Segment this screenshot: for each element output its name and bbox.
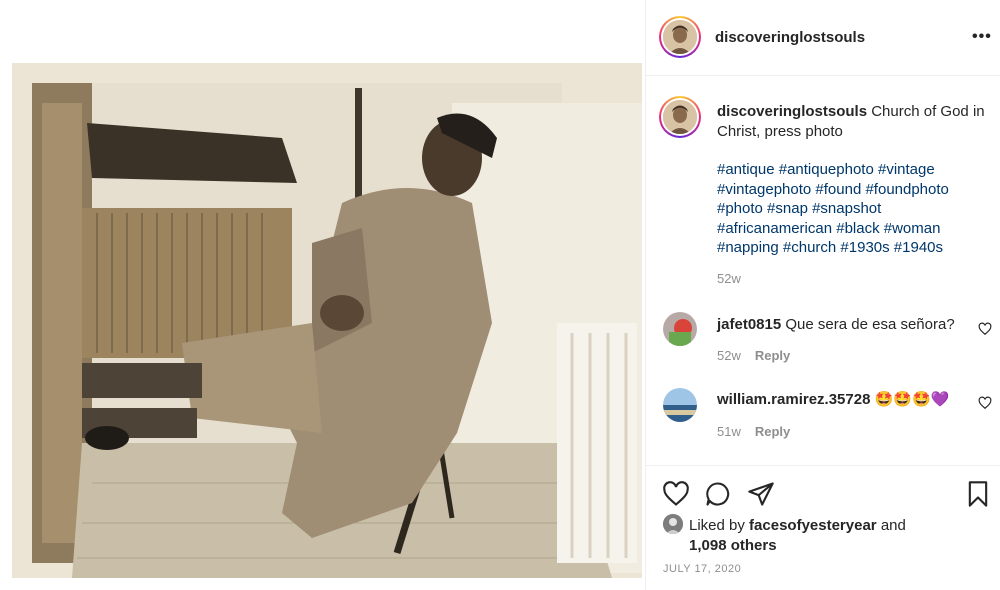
likes-prefix: Liked by: [689, 517, 745, 534]
comment-text: jafet0815 Que sera de esa señora?: [717, 316, 955, 333]
bookmark-icon: [968, 481, 988, 507]
caption-username[interactable]: discoveringlostsouls: [717, 103, 867, 120]
portrait-icon: [663, 514, 683, 534]
post-sidebar: discoveringlostsouls ••• discoveringlost…: [645, 0, 1000, 590]
post-actions: Liked by facesofyesteryear and 1,098 oth…: [646, 465, 1000, 590]
save-button[interactable]: [964, 480, 992, 508]
likes-and: and: [880, 517, 906, 534]
comment-item: jafet0815 Que sera de esa señora? 52w Rep…: [646, 300, 1000, 363]
comment-time[interactable]: 52w: [717, 348, 741, 363]
comment-item: william.ramirez.35728 🤩🤩🤩💜 51w Reply: [646, 376, 1000, 439]
caption-timestamp[interactable]: 52w: [717, 271, 741, 286]
post-date[interactable]: JULY 17, 2020: [663, 563, 741, 575]
comment-username[interactable]: william.ramirez.35728: [717, 391, 870, 408]
comment-button[interactable]: [704, 480, 732, 508]
portrait-icon: [663, 100, 697, 134]
portrait-icon: [663, 20, 697, 54]
share-icon: [748, 482, 774, 506]
caption-hashtags[interactable]: #antique #antiquephoto #vintage #vintage…: [717, 160, 997, 258]
more-options-icon[interactable]: •••: [972, 28, 992, 46]
comment-meta: 52w Reply: [717, 348, 790, 363]
liker-avatar[interactable]: [663, 514, 683, 534]
likes-count[interactable]: 1,098 others: [689, 537, 777, 554]
post-header: discoveringlostsouls •••: [646, 0, 1000, 76]
heart-icon[interactable]: [978, 396, 992, 410]
reply-button[interactable]: Reply: [755, 348, 790, 363]
reply-button[interactable]: Reply: [755, 424, 790, 439]
heart-icon[interactable]: [978, 322, 992, 336]
heart-icon: [663, 481, 689, 506]
comment-body: 🤩🤩🤩💜: [874, 391, 950, 408]
portrait-icon: [663, 388, 697, 422]
author-username[interactable]: discoveringlostsouls: [715, 29, 865, 46]
likes-summary: Liked by facesofyesteryear and 1,098 oth…: [663, 514, 993, 556]
post-media: [0, 0, 645, 590]
comment-text: william.ramirez.35728 🤩🤩🤩💜: [717, 390, 949, 408]
like-button[interactable]: [662, 480, 690, 508]
caption-text: discoveringlostsouls Church of God in Ch…: [717, 102, 997, 141]
comment-username[interactable]: jafet0815: [717, 316, 781, 333]
vintage-photo-image: [12, 63, 642, 578]
comment-icon: [706, 482, 730, 506]
commenter-avatar[interactable]: [663, 312, 697, 346]
post-photo[interactable]: [12, 63, 642, 578]
comment-body: Que sera de esa señora?: [785, 316, 955, 333]
portrait-icon: [663, 312, 697, 346]
liker-username[interactable]: facesofyesteryear: [749, 517, 877, 534]
share-button[interactable]: [747, 480, 775, 508]
commenter-avatar[interactable]: [663, 388, 697, 422]
comment-meta: 51w Reply: [717, 424, 790, 439]
caption-avatar[interactable]: [659, 96, 701, 138]
comment-time[interactable]: 51w: [717, 424, 741, 439]
author-avatar[interactable]: [659, 16, 701, 58]
